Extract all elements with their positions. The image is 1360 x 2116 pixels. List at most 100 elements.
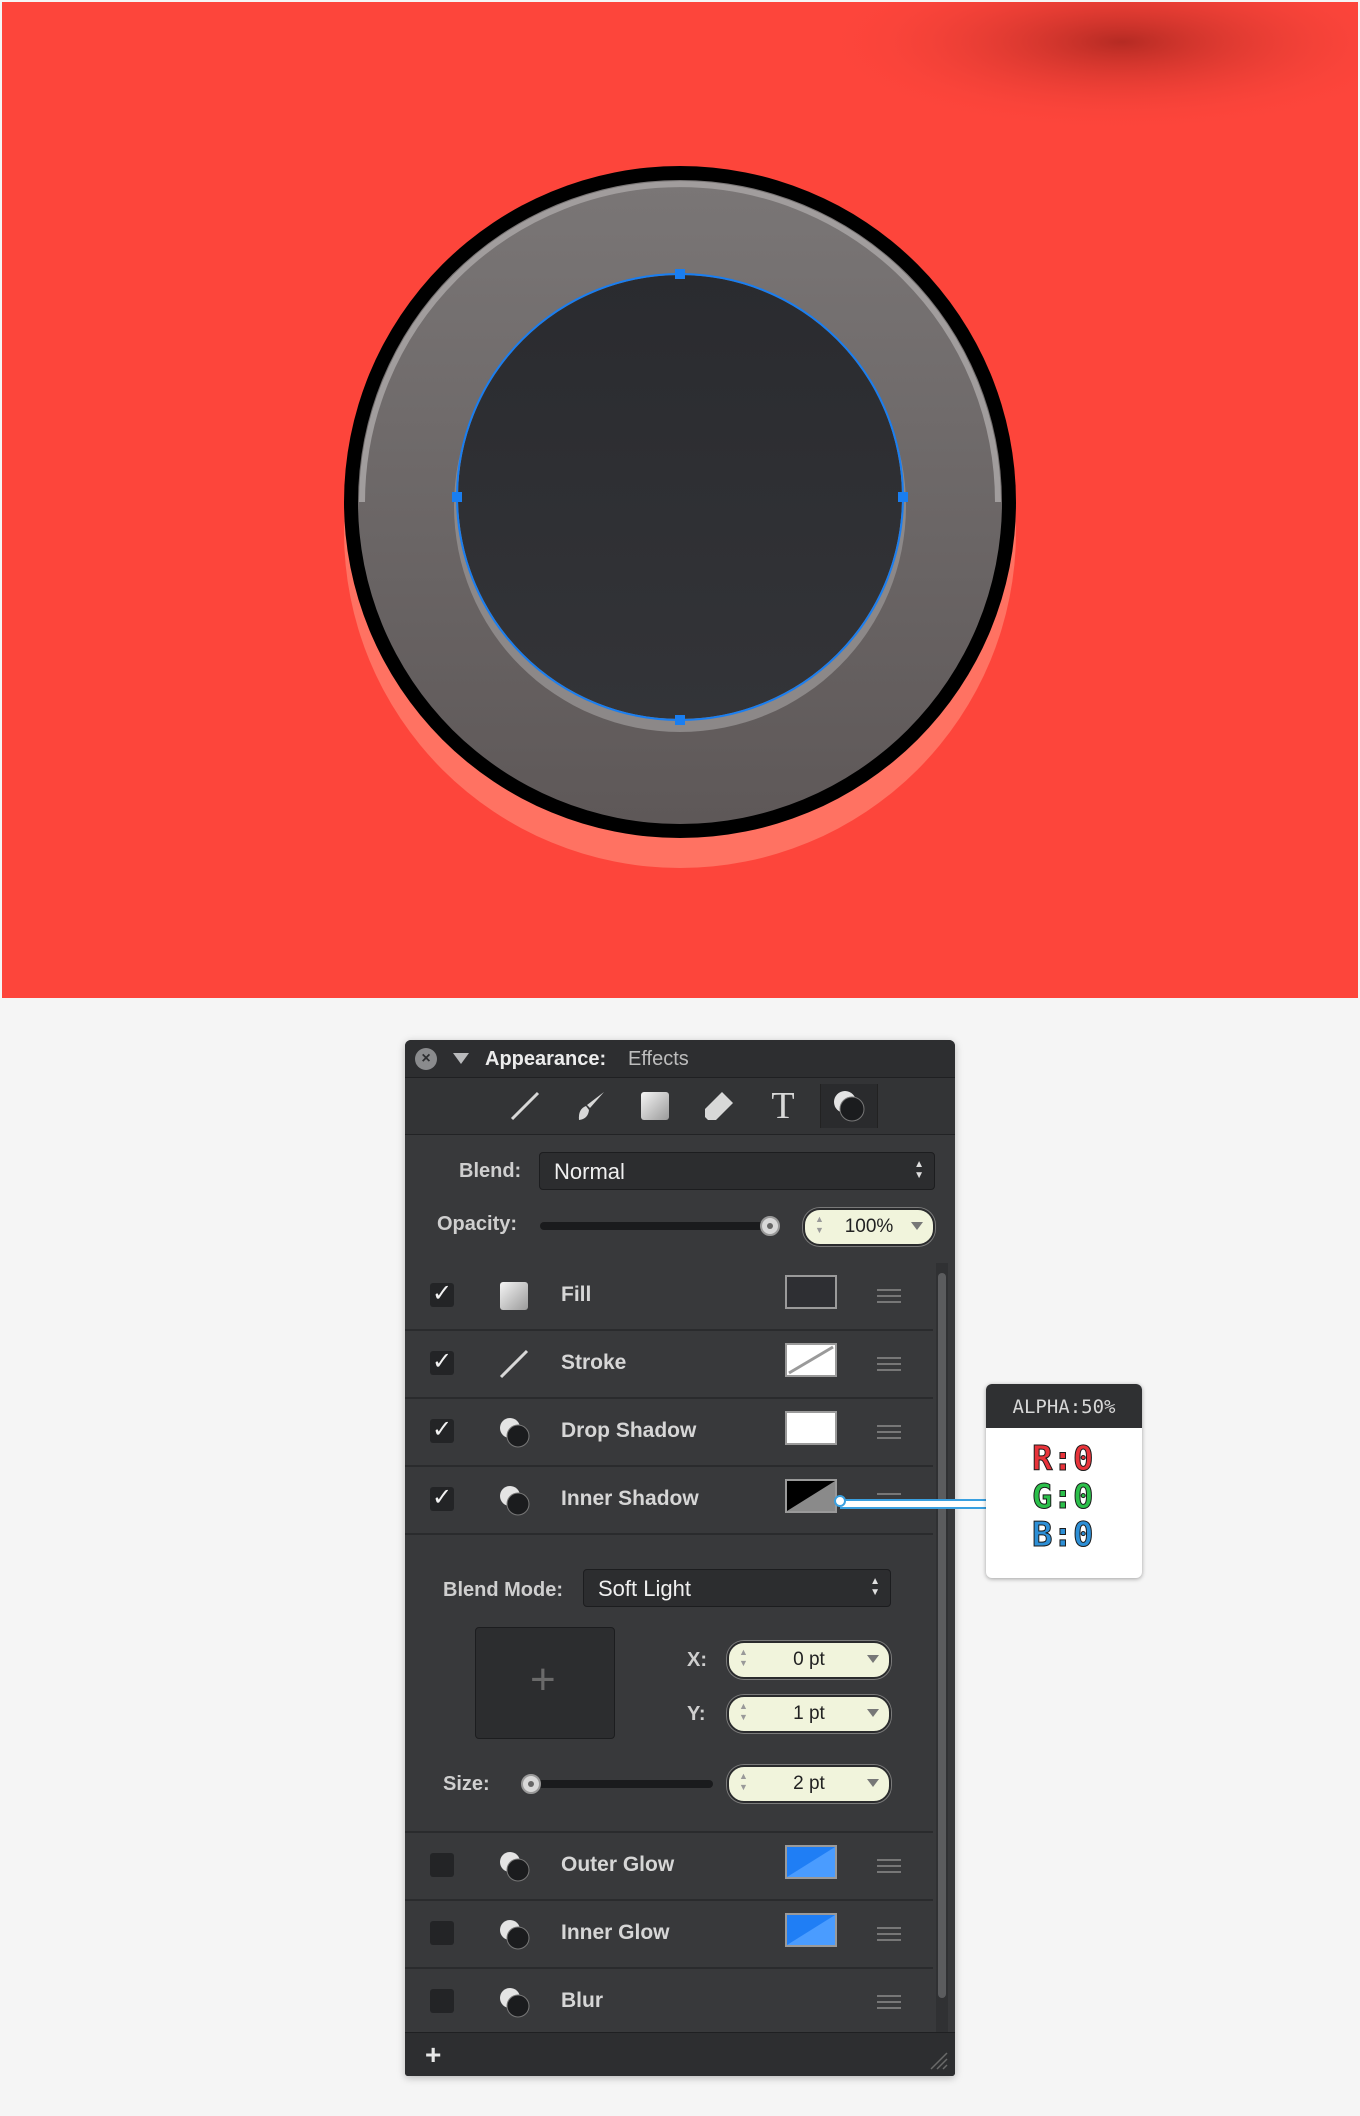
selection-handle-right[interactable]	[898, 492, 908, 502]
inner-shadow-checkbox[interactable]: ✓	[430, 1486, 454, 1511]
opacity-slider-track[interactable]	[540, 1222, 780, 1230]
outer-glow-label: Outer Glow	[561, 1853, 675, 1876]
drag-handle-icon[interactable]	[877, 1927, 901, 1941]
x-value: 0 pt	[793, 1649, 825, 1670]
fill-label: Fill	[561, 1283, 592, 1306]
add-effect-button[interactable]: +	[425, 2039, 441, 2071]
outer-glow-checkbox[interactable]	[430, 1853, 454, 1877]
blend-mode-dropdown[interactable]: Soft Light ▲ ▼	[583, 1569, 891, 1607]
size-field[interactable]: ▲ ▼ 2 pt	[727, 1765, 891, 1803]
shadow-icon	[497, 1415, 531, 1449]
drag-handle-icon[interactable]	[877, 1995, 901, 2009]
color-values-callout: ALPHA:50% R:0 G:0 B:0	[986, 1384, 1142, 1578]
blur-label: Blur	[561, 1989, 603, 2012]
blend-mode-label: Blend Mode:	[443, 1579, 563, 1601]
effect-row-fill[interactable]: ✓ Fill	[405, 1263, 933, 1331]
artwork-svg	[344, 2, 1358, 868]
fill-square-icon[interactable]	[627, 1084, 683, 1128]
stroke-swatch[interactable]	[785, 1343, 837, 1377]
drop-shadow-label: Drop Shadow	[561, 1419, 697, 1442]
appearance-panel: × Appearance: Effects T Blend: Normal ▲ ▼…	[405, 1040, 955, 2076]
blend-dropdown[interactable]: Normal ▲ ▼	[539, 1152, 935, 1190]
corner-shadow-smudge	[822, 2, 1358, 132]
updown-arrows-icon: ▲ ▼	[914, 1159, 924, 1181]
selection-handle-bottom[interactable]	[675, 715, 685, 725]
gradient-icon	[497, 1279, 531, 1313]
shadow-icon	[497, 1849, 531, 1883]
brush-icon[interactable]	[563, 1084, 619, 1128]
callout-connector	[840, 1499, 988, 1509]
inner-glow-checkbox[interactable]	[430, 1921, 454, 1945]
panel-title: Appearance:	[485, 1048, 607, 1070]
x-offset-field[interactable]: ▲ ▼ 0 pt	[727, 1641, 891, 1679]
drop-shadow-checkbox[interactable]: ✓	[430, 1418, 454, 1443]
size-slider-knob[interactable]	[521, 1774, 541, 1794]
green-value: G:0	[1031, 1477, 1094, 1517]
chevron-down-icon[interactable]	[867, 1709, 879, 1717]
size-value: 2 pt	[793, 1773, 825, 1794]
panel-subtitle: Effects	[628, 1048, 689, 1070]
y-offset-field[interactable]: ▲ ▼ 1 pt	[727, 1695, 891, 1733]
drag-handle-icon[interactable]	[877, 1357, 901, 1371]
red-value: R:0	[1031, 1439, 1094, 1479]
size-slider-track[interactable]	[521, 1780, 713, 1788]
fill-swatch[interactable]	[785, 1275, 837, 1309]
alpha-value: ALPHA:50%	[986, 1384, 1142, 1428]
text-icon[interactable]: T	[755, 1084, 811, 1128]
inner-glow-label: Inner Glow	[561, 1921, 670, 1944]
panel-titlebar: × Appearance: Effects	[405, 1040, 955, 1078]
shadow-icon	[497, 1917, 531, 1951]
shadow-icon	[497, 1985, 531, 2019]
fill-checkbox[interactable]: ✓	[430, 1282, 454, 1307]
line-icon	[497, 1347, 531, 1381]
blue-value: B:0	[1031, 1515, 1094, 1555]
selection-handle-left[interactable]	[452, 492, 462, 502]
scrollbar-thumb[interactable]	[938, 1273, 946, 1998]
artboard-canvas	[2, 2, 1358, 998]
drag-handle-icon[interactable]	[877, 1859, 901, 1873]
blur-checkbox[interactable]	[430, 1989, 454, 2013]
chevron-down-icon[interactable]	[867, 1779, 879, 1787]
updown-arrows-icon: ▲ ▼	[870, 1576, 880, 1598]
eraser-icon[interactable]	[691, 1084, 747, 1128]
inner-glow-swatch[interactable]	[785, 1913, 837, 1947]
panel-scrollbar[interactable]	[936, 1263, 948, 2033]
blend-value: Normal	[554, 1159, 625, 1184]
blend-label: Blend:	[459, 1160, 522, 1182]
chevron-down-icon[interactable]	[911, 1222, 923, 1230]
offset-pad[interactable]: +	[475, 1627, 615, 1739]
effect-row-stroke[interactable]: ✓ Stroke	[405, 1331, 933, 1399]
disclosure-triangle-icon[interactable]	[453, 1053, 469, 1064]
shadow-icon	[497, 1483, 531, 1517]
close-icon[interactable]: ×	[415, 1048, 437, 1070]
panel-footer: +	[405, 2032, 955, 2076]
y-value: 1 pt	[793, 1703, 825, 1724]
size-label: Size:	[443, 1773, 490, 1795]
opacity-field[interactable]: ▲ ▼ 100%	[803, 1208, 935, 1246]
drag-handle-icon[interactable]	[877, 1289, 901, 1303]
effects-icon[interactable]	[820, 1084, 878, 1128]
drop-shadow-swatch[interactable]	[785, 1411, 837, 1445]
chevron-down-icon[interactable]	[867, 1655, 879, 1663]
effect-row-outer-glow[interactable]: Outer Glow	[405, 1833, 933, 1901]
y-label: Y:	[687, 1703, 706, 1725]
stroke-line-tool-icon[interactable]	[497, 1084, 553, 1128]
effect-row-drop-shadow[interactable]: ✓ Drop Shadow	[405, 1399, 933, 1467]
resize-grip-icon[interactable]	[927, 2049, 949, 2071]
opacity-slider-knob[interactable]	[760, 1216, 780, 1236]
appearance-toolbar: T	[405, 1078, 955, 1135]
x-label: X:	[687, 1649, 707, 1671]
callout-connector-dot	[834, 1495, 846, 1507]
opacity-label: Opacity:	[437, 1213, 518, 1235]
inner-shadow-swatch[interactable]	[785, 1479, 837, 1513]
stroke-checkbox[interactable]: ✓	[430, 1350, 454, 1375]
effects-list: ✓ Fill ✓ Stroke ✓ Drop Shadow ✓ Inner Sh…	[405, 1263, 933, 2035]
effect-row-blur[interactable]: Blur	[405, 1969, 933, 2035]
drag-handle-icon[interactable]	[877, 1425, 901, 1439]
selection-handle-top[interactable]	[675, 269, 685, 279]
outer-glow-swatch[interactable]	[785, 1845, 837, 1879]
crosshair-icon: +	[530, 1655, 556, 1704]
stroke-label: Stroke	[561, 1351, 627, 1374]
inner-shadow-settings: Blend Mode: Soft Light ▲ ▼ + X: ▲ ▼ 0 pt Y…	[405, 1535, 933, 1833]
effect-row-inner-glow[interactable]: Inner Glow	[405, 1901, 933, 1969]
